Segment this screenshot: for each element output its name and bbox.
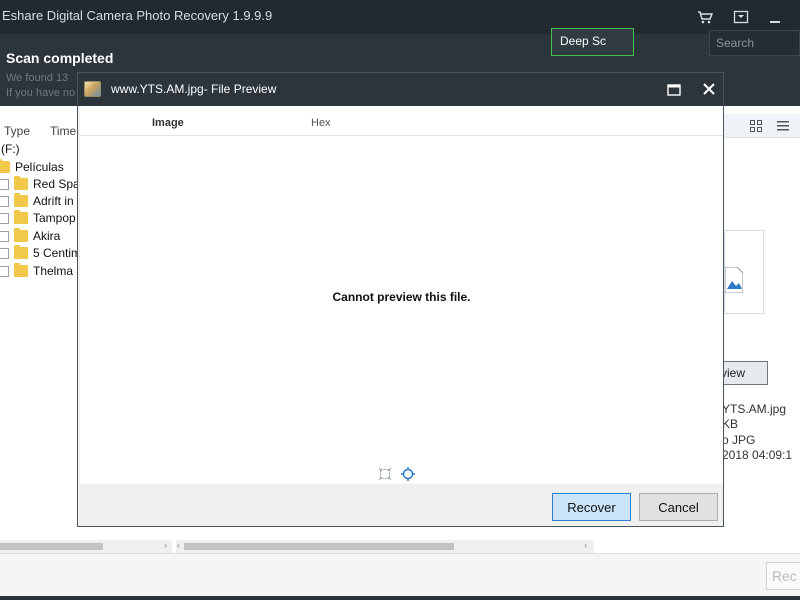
folder-icon xyxy=(14,193,28,207)
column-header-type[interactable]: Type xyxy=(4,124,30,138)
image-file-icon xyxy=(725,267,743,293)
recover-main-button[interactable]: Rec xyxy=(766,562,800,590)
list-view-icon[interactable] xyxy=(777,120,789,132)
folder-checkbox[interactable] xyxy=(0,213,9,224)
preview-tabs: Image Hex xyxy=(80,106,723,136)
tree-folder-item[interactable]: Tampop xyxy=(0,210,80,227)
image-file-icon xyxy=(84,81,101,97)
folder-checkbox[interactable] xyxy=(0,196,9,207)
scan-hint-text: If you have no xyxy=(6,87,76,99)
cart-icon[interactable] xyxy=(697,9,713,25)
tree-folder-item[interactable]: 5 Centim xyxy=(0,245,82,262)
folder-label: 5 Centim xyxy=(33,246,82,260)
bottom-action-bar xyxy=(0,553,800,600)
column-header-time[interactable]: Time xyxy=(50,124,76,138)
recover-button[interactable]: Recover xyxy=(552,493,631,521)
scroll-right-arrow-icon[interactable]: › xyxy=(584,540,587,550)
folder-label: Películas xyxy=(15,160,64,174)
scrollbar-thumb[interactable] xyxy=(184,543,454,550)
folder-icon xyxy=(14,263,28,277)
tree-root-folder[interactable]: Películas xyxy=(0,159,80,176)
tree-folder-item[interactable]: Akira xyxy=(0,228,80,245)
folder-icon xyxy=(0,159,10,173)
scroll-left-arrow-icon[interactable]: ‹ xyxy=(177,540,180,550)
menu-dropdown-icon[interactable] xyxy=(733,9,749,25)
minimize-icon[interactable] xyxy=(767,9,783,25)
file-preview-dialog: www.YTS.AM.jpg- File Preview Image Hex C… xyxy=(77,72,724,527)
fit-to-window-icon[interactable] xyxy=(378,467,392,481)
file-thumbnail xyxy=(724,230,764,314)
app-titlebar: Eshare Digital Camera Photo Recovery 1.9… xyxy=(0,0,800,34)
folder-checkbox[interactable] xyxy=(0,266,9,277)
folder-label: Tampop xyxy=(33,211,76,225)
list-horizontal-scrollbar[interactable]: ‹ › xyxy=(176,540,594,553)
app-title: Eshare Digital Camera Photo Recovery 1.9… xyxy=(2,8,273,23)
folder-checkbox[interactable] xyxy=(0,179,9,190)
deep-scan-button[interactable]: Deep Sc xyxy=(551,28,634,56)
grid-view-icon[interactable] xyxy=(750,120,762,132)
info-file-date: 2018 04:09:1 xyxy=(722,448,793,462)
folder-icon xyxy=(14,176,28,190)
close-icon[interactable] xyxy=(702,82,716,96)
scrollbar-thumb[interactable] xyxy=(0,543,103,550)
search-input[interactable]: Search xyxy=(709,30,800,56)
preview-toolbar xyxy=(80,465,723,484)
cancel-button[interactable]: Cancel xyxy=(639,493,718,521)
folder-icon xyxy=(14,210,28,224)
scan-status-title: Scan completed xyxy=(6,50,114,66)
window-bottom-border xyxy=(0,596,800,600)
dialog-titlebar: www.YTS.AM.jpg- File Preview xyxy=(78,73,723,106)
folder-label: Adrift in xyxy=(33,194,74,208)
tree-folder-item[interactable]: Adrift in xyxy=(0,193,80,210)
tree-folder-item[interactable]: Red Spar xyxy=(0,176,84,193)
info-file-size: KB xyxy=(722,417,739,431)
folder-icon xyxy=(14,245,28,259)
preview-content-area: Image Hex Cannot preview this file. xyxy=(80,106,723,484)
tree-horizontal-scrollbar[interactable]: › xyxy=(0,540,172,553)
dialog-title: www.YTS.AM.jpg- File Preview xyxy=(111,82,277,96)
folder-label: Akira xyxy=(33,229,61,243)
view-mode-bar xyxy=(724,114,800,138)
actual-size-icon[interactable] xyxy=(401,467,415,481)
maximize-icon[interactable] xyxy=(667,84,681,96)
info-file-type: o JPG xyxy=(722,433,756,447)
scroll-right-arrow-icon[interactable]: › xyxy=(164,540,167,550)
info-file-name: YTS.AM.jpg xyxy=(722,402,787,416)
tree-folder-item[interactable]: Thelma & xyxy=(0,263,84,280)
tab-hex[interactable]: Hex xyxy=(311,117,331,129)
folder-icon xyxy=(14,228,28,242)
no-preview-message: Cannot preview this file. xyxy=(332,290,471,304)
folder-checkbox[interactable] xyxy=(0,248,9,259)
drive-label[interactable]: (F:) xyxy=(1,142,20,159)
tab-image[interactable]: Image xyxy=(152,117,184,129)
scan-status-text: We found 13 xyxy=(6,72,69,84)
folder-checkbox[interactable] xyxy=(0,231,9,242)
